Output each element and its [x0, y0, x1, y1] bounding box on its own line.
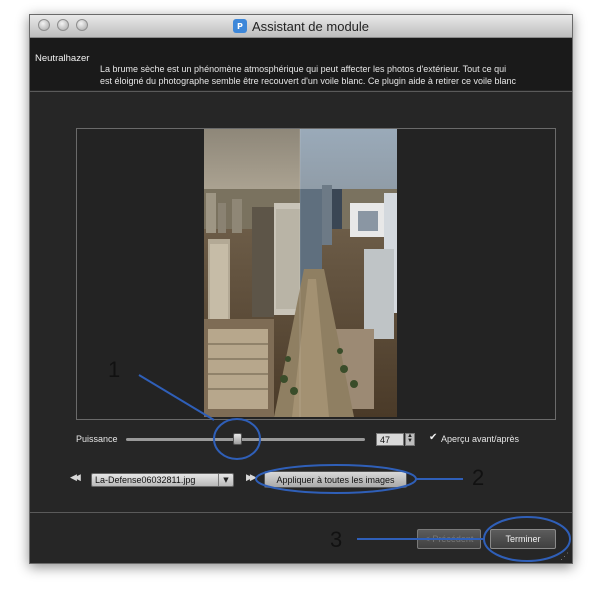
- preview-image: [204, 129, 397, 417]
- strength-slider-track[interactable]: [126, 438, 365, 441]
- plugin-header: Neutralhazer La brume sèche est un phéno…: [30, 38, 572, 90]
- plugin-assistant-window: P Assistant de module Neutralhazer La br…: [29, 14, 573, 564]
- chevron-down-icon: ▼: [218, 474, 233, 486]
- title-group: P Assistant de module: [30, 15, 572, 37]
- plugin-name: Neutralhazer: [35, 53, 90, 64]
- resize-grip-icon[interactable]: ⋰: [560, 551, 570, 561]
- description-line-1: La brume sèche est un phénomène atmosphé…: [100, 64, 507, 74]
- callout-2-label: 2: [472, 465, 485, 490]
- strength-value-field[interactable]: 47: [376, 433, 404, 446]
- preview-checkbox-label: Aperçu avant/après: [441, 434, 520, 444]
- preview-checkbox[interactable]: ✔: [429, 433, 439, 443]
- fast-forward-icon[interactable]: ▶▶: [246, 473, 257, 483]
- apply-all-button[interactable]: Appliquer à toutes les images: [264, 471, 407, 488]
- rewind-icon[interactable]: ◀◀: [70, 473, 81, 483]
- callout-3-label: 3: [330, 527, 343, 552]
- description-line-2: est éloigné du photographe semble être r…: [100, 76, 516, 86]
- plugin-app-icon: P: [232, 19, 247, 33]
- strength-stepper[interactable]: ▲ ▼: [405, 433, 415, 446]
- strength-slider-thumb[interactable]: [233, 433, 242, 445]
- file-selector[interactable]: La-Defense06032811.jpg ▼: [91, 473, 234, 487]
- file-selector-value: La-Defense06032811.jpg: [95, 475, 196, 485]
- stepper-down-icon[interactable]: ▼: [406, 438, 414, 444]
- header-divider: [30, 91, 572, 92]
- plugin-description: La brume sèche est un phénomène atmosphé…: [100, 63, 555, 87]
- title-bar: P Assistant de module: [30, 15, 572, 38]
- preview-area: [76, 128, 556, 420]
- finish-button[interactable]: Terminer: [490, 529, 556, 549]
- footer-divider: [30, 512, 572, 513]
- strength-label: Puissance: [76, 434, 118, 444]
- previous-button[interactable]: < Précédent: [417, 529, 481, 549]
- callout-1-label: 1: [108, 357, 121, 382]
- window-title: Assistant de module: [251, 18, 370, 34]
